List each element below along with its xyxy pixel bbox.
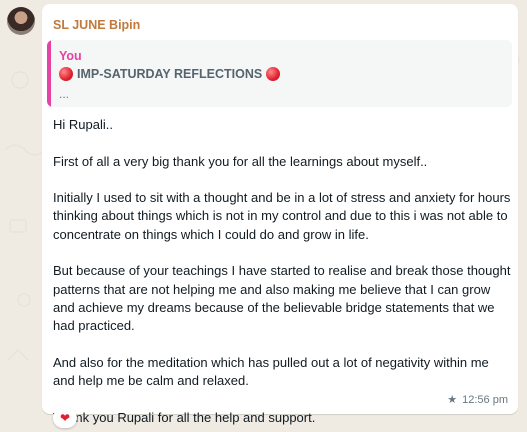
quote-ellipsis: ... xyxy=(59,87,70,101)
heart-reaction[interactable]: ❤ xyxy=(53,408,77,428)
message-paragraph: But because of your teachings I have sta… xyxy=(53,263,511,334)
message-paragraph: Thank you Rupali for all the help and su… xyxy=(53,409,316,425)
red-circle-emoji-icon xyxy=(59,67,73,81)
quote-title: IMP-SATURDAY REFLECTIONS xyxy=(77,67,263,81)
message-paragraph: And also for the meditation which has pu… xyxy=(53,354,489,389)
message-bubble[interactable]: SL JUNE Bipin You IMP-SATURDAY REFLECTIO… xyxy=(42,4,518,425)
red-circle-emoji-icon xyxy=(266,67,281,81)
message-paragraph: Hi Rupali.. xyxy=(53,117,113,132)
quote-title-row: IMP-SATURDAY REFLECTIONS xyxy=(59,67,281,81)
quoted-message[interactable]: You IMP-SATURDAY REFLECTIONS ... xyxy=(47,40,512,107)
message-paragraph: Initially I used to sit with a thought a… xyxy=(53,190,511,242)
message-body: Hi Rupali.. First of all a very big than… xyxy=(53,116,513,427)
star-icon: ★ xyxy=(447,394,458,406)
sender-avatar[interactable] xyxy=(7,7,35,35)
quote-author: You xyxy=(59,49,82,63)
message-meta: ★ 12:56 pm xyxy=(447,393,508,407)
sender-name[interactable]: SL JUNE Bipin xyxy=(53,18,140,32)
message-time: 12:56 pm xyxy=(462,393,508,406)
message-paragraph: First of all a very big thank you for al… xyxy=(53,153,428,169)
quote-accent-bar xyxy=(47,40,51,107)
